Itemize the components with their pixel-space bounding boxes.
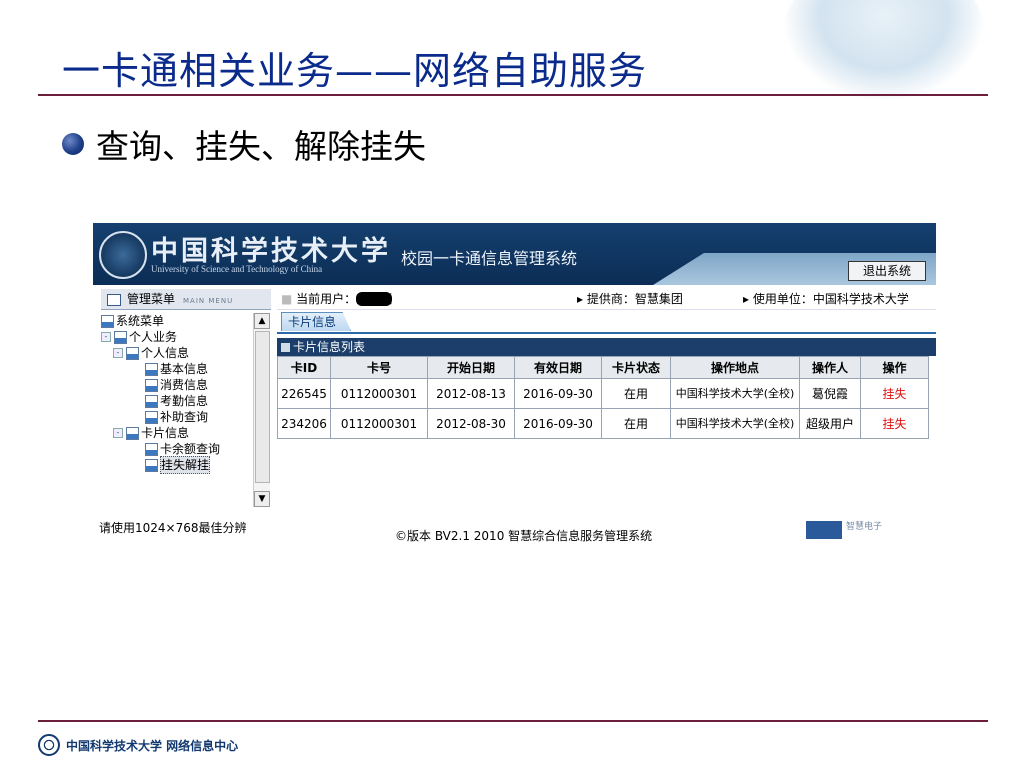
decorative-glass-circle [784,0,984,100]
list-icon [281,343,290,352]
cell-operator: 超级用户 [799,408,861,439]
cell-start-date: 2012-08-13 [427,378,515,409]
page-icon [126,346,139,360]
cell-card-number: 0112000301 [330,408,428,439]
cell-action: 挂失 [860,378,929,409]
logo-english: University of Science and Technology of … [151,264,323,274]
university-seal-icon [38,734,60,756]
tree-item-subsidy-query[interactable]: 补助查询 [101,409,253,425]
cell-card-number: 0112000301 [330,378,428,409]
tab-card-info[interactable]: 卡片信息 [281,312,352,331]
collapse-toggle-icon[interactable]: - [113,348,123,358]
cell-valid-date: 2016-09-30 [514,408,602,439]
cell-card-id: 234206 [277,408,331,439]
tab-bar: 卡片信息 [277,310,936,334]
brand-logo: 智慧电子 [806,521,934,539]
report-loss-link[interactable]: 挂失 [882,417,906,431]
copyright: ©版本 BV2.1 2010 智慧综合信息服务管理系统 [395,529,653,543]
app-header: 中国科学技术大学 University of Science and Techn… [93,223,936,285]
page-icon [145,458,158,472]
page-icon [101,314,114,328]
info-bar: ■ 当前用户：全家福 ▸ 提供商：智慧集团 ▸ 使用单位：中国科学技术大学 [277,289,936,310]
tree-item-personal-business[interactable]: - 个人业务 [101,329,253,345]
tree-item-report-loss[interactable]: 挂失解挂 [101,456,253,474]
scroll-up-icon[interactable]: ▲ [254,313,270,329]
card-table: 卡ID 卡号 开始日期 有效日期 卡片状态 操作地点 操作人 操作 226545… [277,356,929,439]
slide-title: 一卡通相关业务——网络自助服务 [62,49,648,93]
page-icon [145,394,158,408]
tree-item-card-info[interactable]: - 卡片信息 [101,425,253,441]
col-action: 操作 [860,356,929,379]
bullet-text: 查询、挂失、解除挂失 [96,127,426,166]
tree-item-consumption-info[interactable]: 消费信息 [101,377,253,393]
cell-action: 挂失 [860,408,929,439]
cell-operator: 葛倪霞 [799,378,861,409]
cell-location: 中国科学技术大学(全校) [670,408,800,439]
tree-item-balance-query[interactable]: 卡余额查询 [101,441,253,457]
scroll-thumb[interactable] [255,331,270,483]
app-body: 管理菜单 MAIN MENU 系统菜单 - 个人业务 - 个人信息 基本信息 消费信息… [101,289,936,513]
collapse-toggle-icon[interactable]: - [113,428,123,438]
table-header-row: 卡ID 卡号 开始日期 有效日期 卡片状态 操作地点 操作人 操作 [277,356,929,379]
col-start-date: 开始日期 [427,356,515,379]
current-user: ■ 当前用户：全家福 [281,292,393,306]
page-icon [145,410,158,424]
app-footer: 请使用1024×768最佳分辨 ©版本 BV2.1 2010 智慧综合信息服务管… [93,519,936,543]
col-card-status: 卡片状态 [601,356,671,379]
page-icon [114,330,127,344]
report-loss-link[interactable]: 挂失 [882,387,906,401]
footer-label: 中国科学技术大学 网络信息中心 [66,739,239,753]
main-panel: ■ 当前用户：全家福 ▸ 提供商：智慧集团 ▸ 使用单位：中国科学技术大学 卡片… [277,289,936,513]
menu-icon [107,293,121,306]
tree-item-attendance-info[interactable]: 考勤信息 [101,393,253,409]
scroll-down-icon[interactable]: ▼ [254,491,270,507]
page-icon [145,378,158,392]
col-valid-date: 有效日期 [514,356,602,379]
menu-tree: 系统菜单 - 个人业务 - 个人信息 基本信息 消费信息 考勤信息 补助查询 - 卡片… [101,313,253,507]
table-row: 226545 0112000301 2012-08-13 2016-09-30 … [277,378,929,409]
collapse-toggle-icon[interactable]: - [101,332,111,342]
title-divider [38,94,988,96]
cell-location: 中国科学技术大学(全校) [670,378,800,409]
col-card-number: 卡号 [330,356,428,379]
bullet-point: 查询、挂失、解除挂失 [62,120,426,168]
bullet-dot-icon [62,133,84,155]
page-icon [145,442,158,456]
table-row: 234206 0112000301 2012-08-30 2016-09-30 … [277,408,929,439]
col-location: 操作地点 [670,356,800,379]
cell-status: 在用 [601,408,671,439]
tree-item-personal-info[interactable]: - 个人信息 [101,345,253,361]
tree-item-system-menu[interactable]: 系统菜单 [101,313,253,329]
page-icon [145,362,158,376]
page-icon [126,426,139,440]
tree-item-basic-info[interactable]: 基本信息 [101,361,253,377]
cell-card-id: 226545 [277,378,331,409]
sidebar-header: 管理菜单 MAIN MENU [101,289,271,310]
col-card-id: 卡ID [277,356,331,379]
cell-status: 在用 [601,378,671,409]
app-screenshot: 中国科学技术大学 University of Science and Techn… [93,223,936,543]
cell-valid-date: 2016-09-30 [514,378,602,409]
col-operator: 操作人 [799,356,861,379]
university-seal-icon [99,231,147,279]
sidebar-scrollbar[interactable]: ▲ ▼ [253,313,270,507]
list-header: 卡片信息列表 [277,338,936,356]
sidebar-subtitle: MAIN MENU [183,297,234,305]
provider: ▸ 提供商：智慧集团 [577,292,683,306]
using-unit: ▸ 使用单位：中国科学技术大学 [743,292,909,306]
sidebar: 管理菜单 MAIN MENU 系统菜单 - 个人业务 - 个人信息 基本信息 消费信息… [101,289,271,513]
sidebar-title: 管理菜单 [127,292,176,306]
app-title: 校园一卡通信息管理系统 [401,249,578,268]
bottom-divider [38,720,988,722]
logo-chinese: 中国科学技术大学 [151,236,391,267]
cell-start-date: 2012-08-30 [427,408,515,439]
resolution-tip: 请使用1024×768最佳分辨 [99,521,247,535]
logout-button[interactable]: 退出系统 [848,261,926,281]
